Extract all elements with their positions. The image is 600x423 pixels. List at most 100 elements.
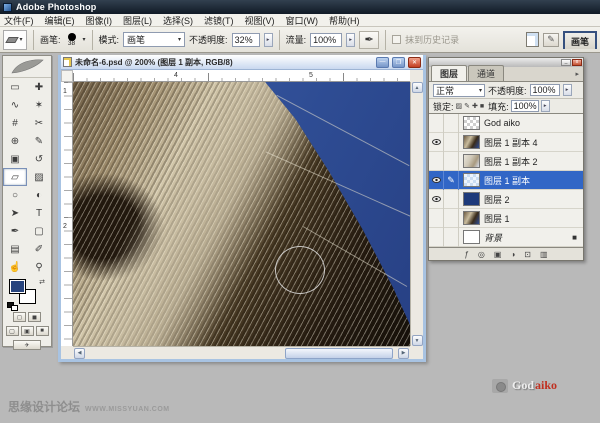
layer-opacity-slider-button[interactable]: ▸ xyxy=(563,84,572,96)
layer-thumbnail[interactable] xyxy=(463,173,480,187)
panel-minimize-button[interactable]: _ xyxy=(561,59,571,66)
visibility-eye-icon[interactable] xyxy=(432,177,441,183)
doc-close-button[interactable]: ✕ xyxy=(408,57,421,68)
menu-view[interactable]: 视图(V) xyxy=(245,14,275,27)
standard-screen-button[interactable]: ▢ xyxy=(6,326,19,336)
menu-file[interactable]: 文件(F) xyxy=(4,14,34,27)
tool-type[interactable]: T xyxy=(27,204,51,222)
layer-thumbnail[interactable] xyxy=(463,230,480,244)
image-canvas[interactable] xyxy=(73,82,410,346)
layer-name[interactable]: 图层 1 xyxy=(484,212,583,225)
scroll-up-icon[interactable]: ▲ xyxy=(412,82,423,93)
tool-slice[interactable]: ✂ xyxy=(27,114,51,132)
delete-layer-icon[interactable]: ▥ xyxy=(540,250,548,259)
layer-row-copy-4[interactable]: 图层 1 副本 4 xyxy=(429,133,583,152)
menu-filter[interactable]: 滤镜(T) xyxy=(204,14,234,27)
tool-healing-brush[interactable]: ⊕ xyxy=(3,132,27,150)
fill-slider-button[interactable]: ▸ xyxy=(541,100,550,112)
brushes-palette-well-tab[interactable]: 画笔 xyxy=(563,31,597,49)
opacity-slider-button[interactable]: ▸ xyxy=(264,33,273,47)
layer-name[interactable]: 图层 1 副本 2 xyxy=(484,155,583,168)
layer-row-layer-1[interactable]: 图层 1 xyxy=(429,209,583,228)
layer-style-icon[interactable]: ƒ xyxy=(464,250,468,259)
panel-close-button[interactable]: x xyxy=(572,59,582,66)
document-title-bar[interactable]: 未命名-6.psd @ 200% (图层 1 副本, RGB/8) — ❐ ✕ xyxy=(61,55,423,70)
layer-row-background[interactable]: 背景 ■ xyxy=(429,228,583,247)
tool-eraser-selected[interactable]: ▱ xyxy=(3,168,27,186)
tool-zoom[interactable]: ⚲ xyxy=(27,258,51,276)
foreground-color-swatch[interactable] xyxy=(9,279,26,294)
lock-position-icon[interactable]: ✚ xyxy=(472,102,478,110)
tool-eyedropper[interactable]: ✐ xyxy=(27,240,51,258)
scrollbar-thumb[interactable] xyxy=(285,348,393,359)
layer-name[interactable]: God aiko xyxy=(484,118,583,128)
scroll-down-icon[interactable]: ▼ xyxy=(412,335,423,346)
layer-mask-icon[interactable]: ◎ xyxy=(478,250,485,259)
tool-gradient[interactable]: ▨ xyxy=(27,168,51,186)
new-layer-icon[interactable]: ⊡ xyxy=(524,250,531,259)
menu-window[interactable]: 窗口(W) xyxy=(286,14,319,27)
layer-thumbnail[interactable] xyxy=(463,116,480,130)
tool-dodge[interactable]: ◐ xyxy=(27,186,51,204)
layer-name[interactable]: 图层 1 副本 4 xyxy=(484,136,583,149)
fullscreen-menu-button[interactable]: ▣ xyxy=(21,326,34,336)
tool-preset-picker[interactable]: ▾ xyxy=(3,30,27,50)
tool-hand[interactable]: ☝ xyxy=(3,258,27,276)
layer-row-god-aiko[interactable]: God aiko xyxy=(429,114,583,133)
layer-name[interactable]: 图层 1 副本 xyxy=(484,174,583,187)
fullscreen-button[interactable]: ■ xyxy=(36,326,49,336)
tab-channels[interactable]: 通道 xyxy=(468,65,504,81)
lock-all-icon[interactable]: ■ xyxy=(480,103,484,110)
standard-mode-button[interactable]: ◻ xyxy=(13,312,26,322)
layer-row-copy-2[interactable]: 图层 1 副本 2 xyxy=(429,152,583,171)
tab-layers[interactable]: 图层 xyxy=(431,65,467,81)
flow-input[interactable]: 100% xyxy=(310,33,342,47)
panel-menu-icon[interactable]: ▸ xyxy=(575,70,579,78)
tool-history-brush[interactable]: ↺ xyxy=(27,150,51,168)
tool-notes[interactable]: ▤ xyxy=(3,240,27,258)
tool-rectangular-marquee[interactable]: ▭ xyxy=(3,78,27,96)
tool-blur[interactable]: ○ xyxy=(3,186,27,204)
layer-opacity-input[interactable]: 100% xyxy=(530,84,560,96)
layer-row-layer-2[interactable]: 图层 2 xyxy=(429,190,583,209)
visibility-eye-icon[interactable] xyxy=(432,196,441,202)
ruler-origin[interactable] xyxy=(61,70,73,82)
brush-preset-picker[interactable]: 38 xyxy=(65,33,79,47)
menu-layer[interactable]: 图层(L) xyxy=(123,14,152,27)
visibility-eye-icon[interactable] xyxy=(432,139,441,145)
tool-crop[interactable]: # xyxy=(3,114,27,132)
mode-select[interactable]: 画笔 ▾ xyxy=(123,32,185,47)
airbrush-toggle-button[interactable]: ✒ xyxy=(359,31,379,49)
brushes-palette-button[interactable]: ✎ xyxy=(543,33,559,47)
layer-thumbnail[interactable] xyxy=(463,135,480,149)
tool-path-selection[interactable]: ➤ xyxy=(3,204,27,222)
scroll-left-icon[interactable]: ◀ xyxy=(74,348,85,359)
fill-input[interactable]: 100% xyxy=(511,100,539,112)
tool-brush[interactable]: ✎ xyxy=(27,132,51,150)
layer-name[interactable]: 背景 xyxy=(484,231,572,244)
lock-pixels-icon[interactable]: ✎ xyxy=(464,102,470,110)
tool-clone-stamp[interactable]: ▣ xyxy=(3,150,27,168)
layer-thumbnail[interactable] xyxy=(463,154,480,168)
scroll-right-icon[interactable]: ▶ xyxy=(398,348,409,359)
menu-edit[interactable]: 编辑(E) xyxy=(45,14,75,27)
tool-shape[interactable]: ▢ xyxy=(27,222,51,240)
erase-to-history-checkbox[interactable] xyxy=(392,35,401,44)
flow-slider-button[interactable]: ▸ xyxy=(346,33,355,47)
file-browser-button[interactable] xyxy=(526,32,539,47)
menu-select[interactable]: 选择(S) xyxy=(163,14,193,27)
doc-minimize-button[interactable]: — xyxy=(376,57,389,68)
layer-name[interactable]: 图层 2 xyxy=(484,193,583,206)
layer-thumbnail[interactable] xyxy=(463,192,480,206)
lock-transparency-icon[interactable]: ▨ xyxy=(456,102,463,110)
menu-help[interactable]: 帮助(H) xyxy=(329,14,360,27)
swap-colors-icon[interactable]: ⇄ xyxy=(39,278,45,286)
opacity-input[interactable]: 32% xyxy=(232,33,260,47)
tool-lasso[interactable]: ∿ xyxy=(3,96,27,114)
layer-row-copy-selected[interactable]: ✎ 图层 1 副本 xyxy=(429,171,583,190)
adjustment-layer-icon[interactable]: ◑ xyxy=(510,250,515,259)
tool-pen[interactable]: ✒ xyxy=(3,222,27,240)
quick-mask-mode-button[interactable]: ◼ xyxy=(28,312,41,322)
vertical-scrollbar[interactable]: ▲ ▼ xyxy=(410,82,423,346)
doc-maximize-button[interactable]: ❐ xyxy=(392,57,405,68)
